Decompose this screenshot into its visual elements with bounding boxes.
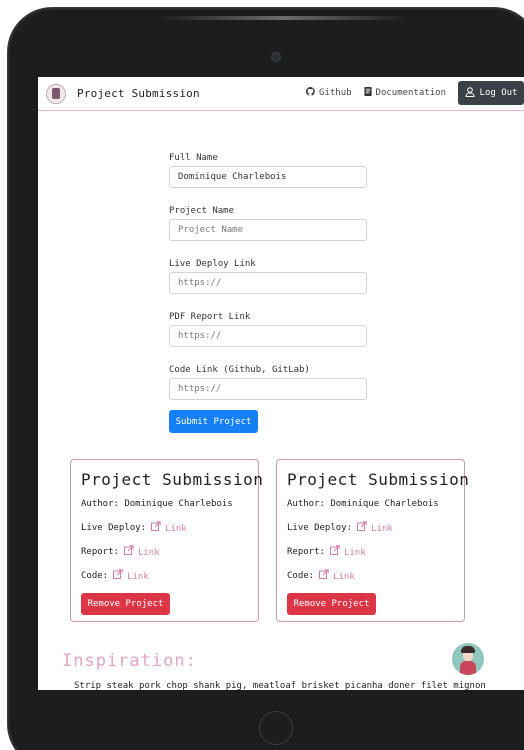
inspiration-heading: Inspiration: bbox=[62, 651, 197, 671]
navbar: Project Submission Github Documentation … bbox=[38, 77, 524, 111]
external-link-icon bbox=[113, 569, 123, 584]
live-deploy-input[interactable]: https:// bbox=[169, 272, 367, 294]
link-text: Link bbox=[333, 571, 355, 582]
code-link-input[interactable]: https:// bbox=[169, 378, 367, 400]
camera-icon bbox=[272, 53, 280, 61]
external-link-icon bbox=[319, 569, 329, 584]
external-link-icon bbox=[151, 521, 161, 536]
remove-project-button[interactable]: Remove Project bbox=[81, 593, 170, 615]
project-name-label: Project Name bbox=[169, 206, 235, 216]
link-text: Link bbox=[371, 523, 393, 534]
code-link[interactable]: Link bbox=[113, 569, 149, 584]
card-title: Project Submission bbox=[287, 470, 470, 489]
logo-icon[interactable] bbox=[46, 83, 66, 104]
link-text: Link bbox=[343, 547, 366, 558]
report-text: Report: bbox=[81, 547, 119, 557]
card-live-deploy: Live Deploy: Link bbox=[287, 521, 454, 545]
tablet-shine bbox=[158, 16, 408, 20]
code-text: Code: bbox=[287, 571, 315, 581]
inspiration-text: Strip steak pork chop shank pig, meatloa… bbox=[74, 681, 486, 690]
avatar-body bbox=[460, 661, 476, 675]
report-link[interactable]: Link bbox=[329, 545, 366, 560]
full-name-input[interactable]: Dominique Charlebois bbox=[169, 166, 367, 188]
github-icon bbox=[306, 87, 315, 99]
live-deploy-label: Live Deploy Link bbox=[169, 259, 256, 269]
live-deploy-link[interactable]: Link bbox=[357, 521, 393, 536]
live-deploy-text: Live Deploy: bbox=[287, 523, 353, 533]
link-text: Link bbox=[127, 571, 149, 582]
project-card: Project Submission Author: Dominique Cha… bbox=[276, 459, 470, 622]
card-title: Project Submission bbox=[81, 470, 264, 489]
card-live-deploy: Live Deploy: Link bbox=[81, 521, 248, 545]
pdf-report-label: PDF Report Link bbox=[169, 312, 251, 322]
user-icon bbox=[465, 86, 475, 100]
card-code: Code: Link bbox=[81, 569, 248, 593]
card-report: Report: Link bbox=[287, 545, 454, 569]
link-text: Link bbox=[137, 547, 160, 558]
card-report: Report: Link bbox=[81, 545, 248, 569]
card-code: Code: Link bbox=[287, 569, 454, 593]
code-link-label: Code Link (Github, GitLab) bbox=[169, 365, 310, 375]
avatar-hair bbox=[461, 646, 475, 653]
submit-project-button[interactable]: Submit Project bbox=[169, 410, 258, 433]
code-text: Code: bbox=[81, 571, 109, 581]
full-name-label: Full Name bbox=[169, 153, 218, 163]
document-icon bbox=[363, 87, 372, 99]
link-text: Link bbox=[165, 523, 187, 534]
github-label: Github bbox=[319, 88, 352, 98]
external-link-icon bbox=[329, 545, 340, 560]
project-card: Project Submission Author: Dominique Cha… bbox=[70, 459, 264, 622]
project-name-input[interactable]: Project Name bbox=[169, 219, 367, 241]
live-deploy-link[interactable]: Link bbox=[151, 521, 187, 536]
code-link[interactable]: Link bbox=[319, 569, 355, 584]
nav-right: Github Documentation Log Out bbox=[306, 81, 524, 105]
report-text: Report: bbox=[287, 547, 325, 557]
external-link-icon bbox=[123, 545, 134, 560]
card-author: Author: Dominique Charlebois bbox=[287, 499, 439, 509]
external-link-icon bbox=[357, 521, 367, 536]
avatar[interactable] bbox=[452, 643, 484, 675]
logout-label: Log Out bbox=[479, 88, 518, 98]
submission-form: Full Name Dominique Charlebois Project N… bbox=[169, 151, 367, 433]
documentation-link[interactable]: Documentation bbox=[363, 87, 446, 99]
brand-title[interactable]: Project Submission bbox=[77, 87, 200, 100]
screen: Project Submission Github Documentation … bbox=[38, 77, 524, 690]
logo-mark bbox=[52, 88, 60, 99]
report-link[interactable]: Link bbox=[123, 545, 160, 560]
logout-button[interactable]: Log Out bbox=[458, 81, 524, 105]
remove-project-button[interactable]: Remove Project bbox=[287, 593, 376, 615]
github-link[interactable]: Github bbox=[306, 87, 352, 99]
documentation-label: Documentation bbox=[375, 88, 446, 98]
live-deploy-text: Live Deploy: bbox=[81, 523, 147, 533]
home-button[interactable] bbox=[259, 711, 293, 745]
pdf-report-input[interactable]: https:// bbox=[169, 325, 367, 347]
card-author: Author: Dominique Charlebois bbox=[81, 499, 233, 509]
